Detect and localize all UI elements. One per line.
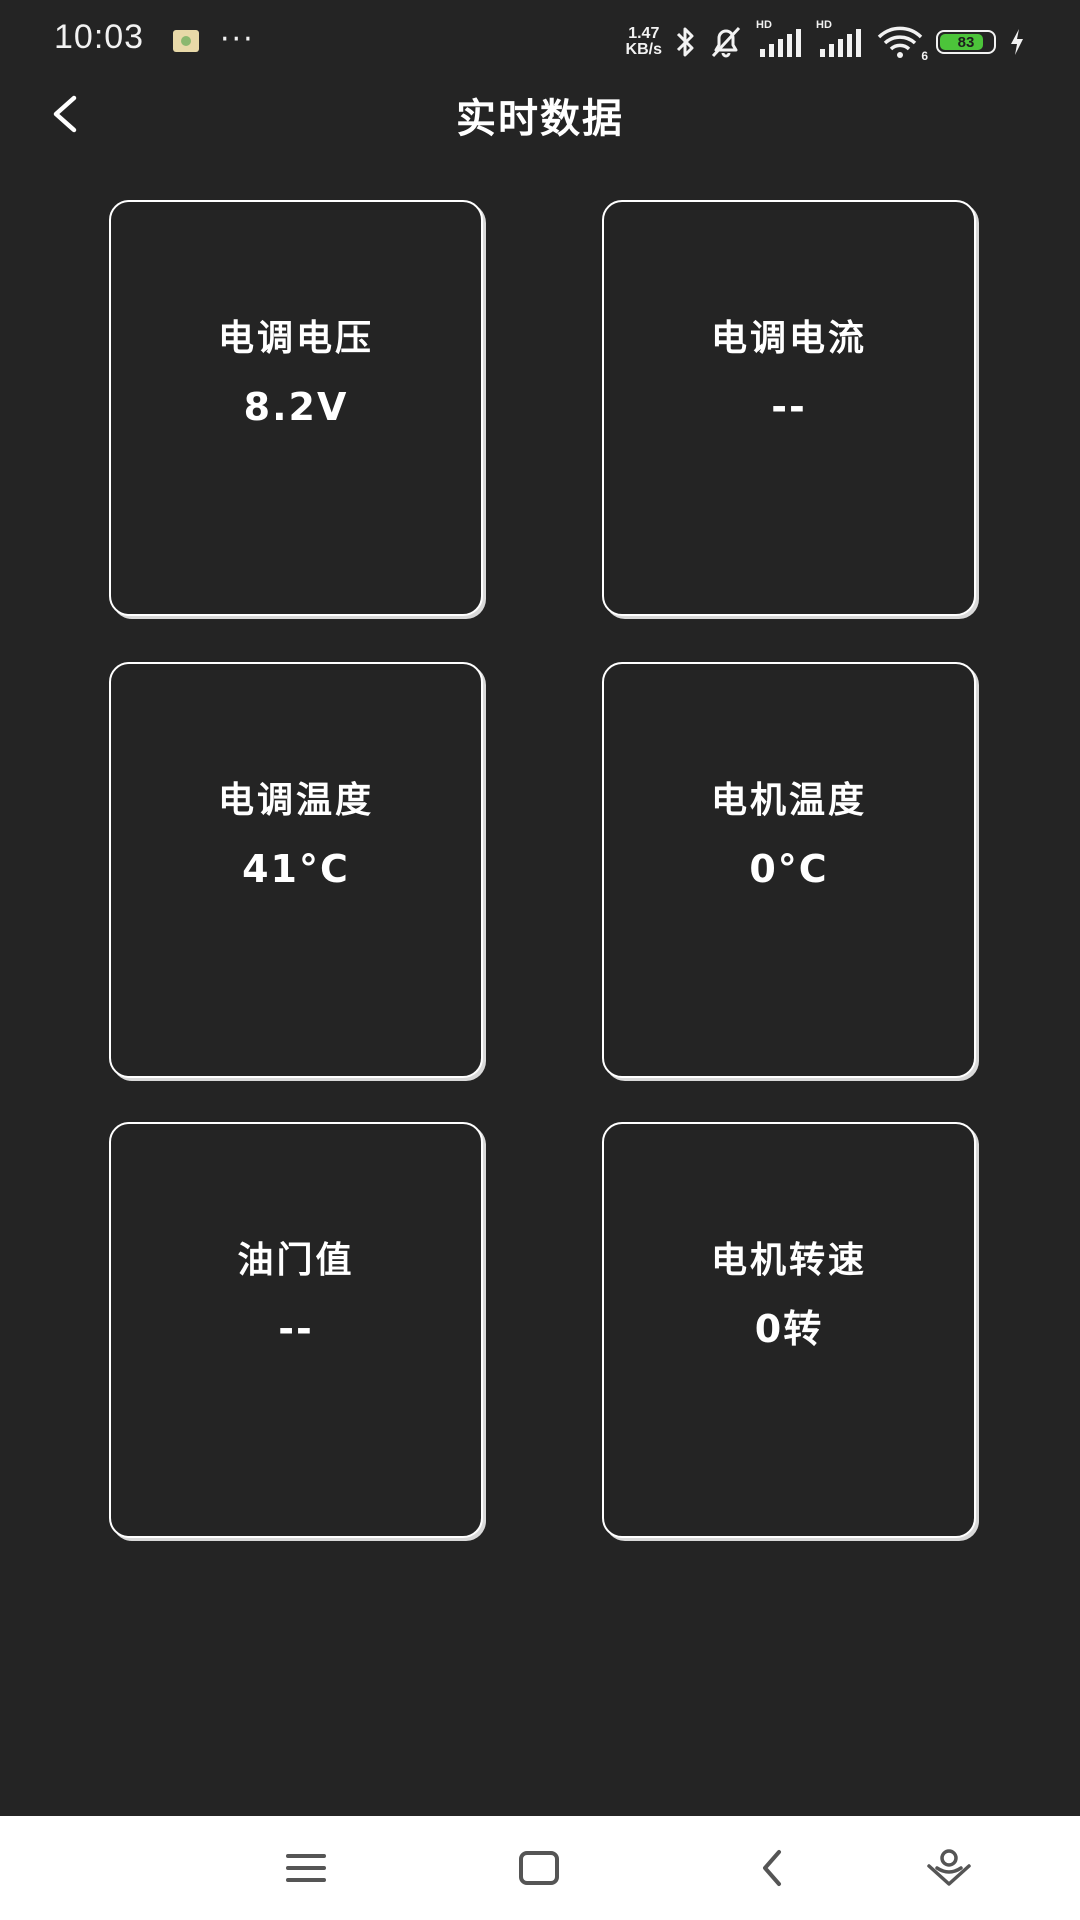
metric-value: 0°C <box>749 847 829 891</box>
status-bar: 10:03 ··· 1.47 KB/s HD HD 6 83 <box>0 0 1080 84</box>
gallery-app-icon <box>173 30 199 52</box>
menu-button[interactable] <box>276 1840 336 1896</box>
home-button[interactable] <box>509 1840 569 1896</box>
metric-label: 电调电压 <box>217 318 374 359</box>
status-icons: 1.47 KB/s HD HD 6 83 <box>626 19 1026 63</box>
metric-value: -- <box>278 1307 314 1351</box>
cell-signal-icon: HD <box>756 19 804 59</box>
screen: 10:03 ··· 1.47 KB/s HD HD 6 83 实时数据 电调电压… <box>0 0 1080 1920</box>
network-speed-unit: KB/s <box>625 41 662 58</box>
assistant-icon <box>927 1849 971 1886</box>
status-time: 10:03 <box>54 18 145 56</box>
menu-icon <box>286 1854 326 1882</box>
metric-value: -- <box>771 385 807 429</box>
signal-hd-label: HD <box>816 19 832 31</box>
signal-hd-label: HD <box>756 19 772 31</box>
network-speed: 1.47 KB/s <box>626 26 662 58</box>
metric-card-esc-current[interactable]: 电调电流 -- <box>602 200 976 616</box>
metric-label: 电机温度 <box>710 780 867 821</box>
metric-label: 电调温度 <box>217 780 374 821</box>
bluetooth-icon <box>674 25 696 59</box>
metric-card-motor-temperature[interactable]: 电机温度 0°C <box>602 662 976 1078</box>
battery-level: 83 <box>957 33 975 51</box>
wifi-icon: 6 <box>876 25 928 63</box>
back-icon <box>763 1850 781 1886</box>
metric-label: 油门值 <box>237 1240 355 1281</box>
cell-signal-icon: HD <box>816 19 864 59</box>
home-icon <box>519 1851 559 1885</box>
more-notifications-icon: ··· <box>220 22 255 57</box>
metric-card-throttle[interactable]: 油门值 -- <box>109 1122 483 1538</box>
metric-label: 电机转速 <box>710 1240 867 1281</box>
metric-card-esc-temperature[interactable]: 电调温度 41°C <box>109 662 483 1078</box>
assistant-button[interactable] <box>919 1840 979 1896</box>
network-speed-value: 1.47 <box>628 25 660 42</box>
metric-value: 0转 <box>754 1307 824 1351</box>
metric-card-esc-voltage[interactable]: 电调电压 8.2V <box>109 200 483 616</box>
muted-bell-icon <box>708 25 744 59</box>
metric-label: 电调电流 <box>710 318 867 359</box>
battery-icon: 83 <box>936 30 996 54</box>
metric-value: 8.2V <box>243 385 349 429</box>
charging-icon <box>1008 27 1026 57</box>
navigation-bar <box>0 1816 1080 1920</box>
wifi-label: 6 <box>921 49 928 63</box>
metric-value: 41°C <box>242 847 350 891</box>
nav-back-button[interactable] <box>743 1840 803 1896</box>
metric-card-motor-speed[interactable]: 电机转速 0转 <box>602 1122 976 1538</box>
page-title: 实时数据 <box>456 96 624 142</box>
